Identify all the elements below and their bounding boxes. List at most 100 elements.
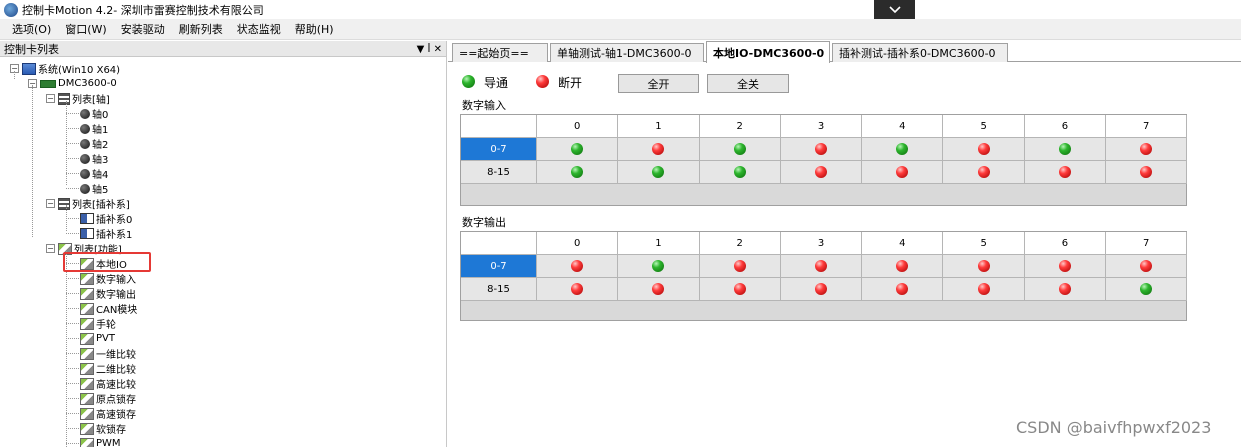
tab-start-page[interactable]: ==起始页== (452, 43, 548, 62)
tree-node-axis[interactable]: 轴1 (80, 121, 108, 136)
io-cell[interactable] (1106, 138, 1188, 161)
tab-local-io[interactable]: 本地IO-DMC3600-0 (706, 41, 830, 63)
collapse-toolbar-button[interactable] (874, 0, 915, 19)
tree-node-interp[interactable]: 插补系0 (80, 211, 132, 226)
digital-input-grid: 0 1 2 3 4 5 6 7 0-7 8-15 (460, 114, 1188, 206)
led-off-icon (1140, 143, 1153, 155)
tree-node-func[interactable]: PVT (80, 331, 115, 346)
tree-connector (66, 128, 79, 129)
tree-connector (66, 293, 79, 294)
io-cell[interactable] (943, 278, 1025, 301)
io-cell[interactable] (943, 255, 1025, 278)
tree-node-func[interactable]: 数字输出 (80, 286, 136, 301)
io-cell[interactable] (537, 161, 619, 184)
tree-node-axis-list[interactable]: − 列表[轴] (46, 91, 110, 106)
all-on-button[interactable]: 全开 (618, 74, 699, 93)
tree-connector (14, 71, 15, 79)
io-cell[interactable] (862, 255, 944, 278)
io-cell[interactable] (943, 161, 1025, 184)
grid-header-row: 01234567 (461, 115, 1188, 138)
tree-node-interp-list[interactable]: − 列表[插补系] (46, 196, 130, 211)
grid-row-header[interactable]: 0-7 (461, 255, 537, 278)
tree-node-label: 二维比较 (96, 365, 136, 376)
io-cell[interactable] (780, 255, 863, 278)
io-cell[interactable] (1024, 278, 1107, 301)
io-cell[interactable] (618, 138, 700, 161)
tree-node-label: PWM (96, 438, 121, 447)
led-off-icon (733, 260, 746, 272)
io-cell[interactable] (537, 278, 619, 301)
all-off-button[interactable]: 全关 (707, 74, 789, 93)
menu-status-monitor[interactable]: 状态监视 (231, 21, 287, 37)
menu-bar: 选项(O) 窗口(W) 安装驱动 刷新列表 状态监视 帮助(H) (0, 19, 1241, 40)
card-icon (40, 79, 56, 88)
tree-node-label: 插补系1 (96, 230, 133, 241)
tree-node-system[interactable]: − 系统(Win10 X64) (10, 61, 120, 76)
menu-help[interactable]: 帮助(H) (289, 21, 340, 37)
panel-controls[interactable]: ▼ ꟾ ✕ (417, 41, 442, 57)
io-cell[interactable] (699, 161, 781, 184)
tree-node-func[interactable]: 数字输入 (80, 271, 136, 286)
grid-column-header: 0 (537, 115, 619, 138)
tree-node-axis[interactable]: 轴2 (80, 136, 108, 151)
grid-column-header: 1 (618, 232, 700, 255)
menu-options[interactable]: 选项(O) (6, 21, 57, 37)
io-cell[interactable] (618, 278, 700, 301)
tree-node-axis[interactable]: 轴0 (80, 106, 108, 121)
tree-node-axis[interactable]: 轴3 (80, 151, 108, 166)
tree-node-func[interactable]: 高速锁存 (80, 406, 136, 421)
menu-window[interactable]: 窗口(W) (59, 21, 112, 37)
tree-connector (66, 353, 79, 354)
io-cell[interactable] (862, 161, 944, 184)
io-cell[interactable] (618, 161, 700, 184)
tree-node-label: 轴0 (92, 110, 109, 121)
tree-node-func[interactable]: 软锁存 (80, 421, 126, 436)
collapse-toggle-icon[interactable]: − (46, 244, 55, 253)
tab-single-axis-test[interactable]: 单轴测试-轴1-DMC3600-0 (550, 43, 704, 62)
tree-node-axis[interactable]: 轴4 (80, 166, 108, 181)
io-cell[interactable] (780, 278, 863, 301)
io-cell[interactable] (1106, 255, 1188, 278)
io-cell[interactable] (537, 138, 619, 161)
led-off-icon (571, 260, 584, 272)
function-icon (80, 407, 94, 420)
led-off-icon (1058, 166, 1071, 178)
grid-row: 8-15 (461, 161, 1188, 184)
menu-refresh-list[interactable]: 刷新列表 (173, 21, 229, 37)
title-bar: 控制卡Motion 4.2- 深圳市雷赛控制技术有限公司 (0, 0, 1241, 19)
tree-node-card[interactable]: − DMC3600-0 (28, 76, 117, 91)
io-cell[interactable] (943, 138, 1025, 161)
collapse-toggle-icon[interactable]: − (46, 199, 55, 208)
io-cell[interactable] (1024, 255, 1107, 278)
tree-node-func[interactable]: PWM (80, 436, 121, 447)
tree-connector (66, 173, 79, 174)
tree-node-axis[interactable]: 轴5 (80, 181, 108, 196)
io-cell[interactable] (699, 278, 781, 301)
grid-row-header[interactable]: 0-7 (461, 138, 537, 161)
tree-node-interp[interactable]: 插补系1 (80, 226, 132, 241)
io-cell[interactable] (1106, 161, 1188, 184)
tree-node-func[interactable]: 二维比较 (80, 361, 136, 376)
card-list-title: 控制卡列表 (4, 42, 59, 56)
io-cell[interactable] (699, 138, 781, 161)
io-cell[interactable] (862, 138, 944, 161)
menu-install-driver[interactable]: 安装驱动 (115, 21, 171, 37)
io-cell[interactable] (1106, 278, 1188, 301)
tree-node-func[interactable]: 高速比较 (80, 376, 136, 391)
io-cell[interactable] (1024, 161, 1107, 184)
io-cell[interactable] (1024, 138, 1107, 161)
grid-row-header[interactable]: 8-15 (461, 161, 537, 184)
io-cell[interactable] (537, 255, 619, 278)
tree-node-func[interactable]: CAN模块 (80, 301, 137, 316)
tree-node-func[interactable]: 原点锁存 (80, 391, 136, 406)
tab-interp-test[interactable]: 插补测试-插补系0-DMC3600-0 (832, 43, 1008, 62)
tree-node-func[interactable]: 一维比较 (80, 346, 136, 361)
grid-row-header[interactable]: 8-15 (461, 278, 537, 301)
tree-node-func[interactable]: 手轮 (80, 316, 116, 331)
io-cell[interactable] (780, 138, 863, 161)
io-cell[interactable] (618, 255, 700, 278)
collapse-toggle-icon[interactable]: − (46, 94, 55, 103)
io-cell[interactable] (780, 161, 863, 184)
io-cell[interactable] (862, 278, 944, 301)
io-cell[interactable] (699, 255, 781, 278)
